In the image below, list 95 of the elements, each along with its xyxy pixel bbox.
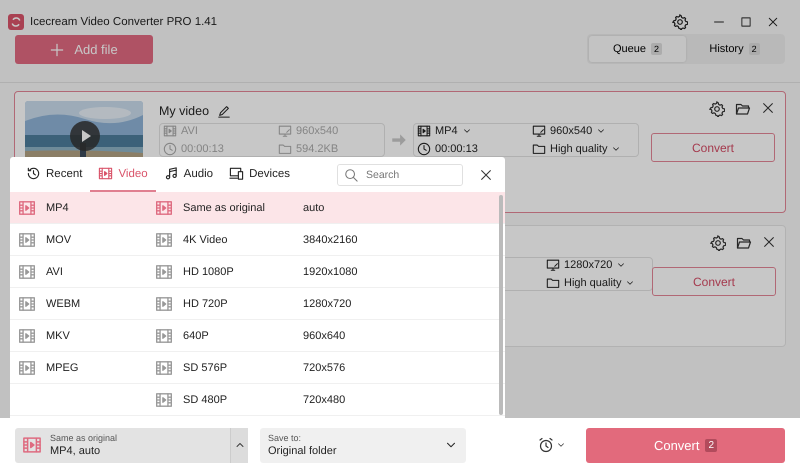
monitor-icon [546, 258, 560, 272]
devices-icon [229, 166, 244, 181]
source-duration-text: 00:00:13 [163, 142, 278, 156]
resolution-text: 1280x720 [303, 298, 352, 310]
film-icon [417, 124, 431, 138]
output-format-dropdown[interactable]: MP4 [417, 124, 532, 138]
resolution-text: 720x480 [303, 394, 346, 406]
resolution-dropdown[interactable]: 1280x720 [546, 258, 649, 272]
category-tab[interactable]: Devices [221, 157, 298, 192]
film-icon [18, 294, 36, 312]
scrollbar[interactable] [499, 195, 503, 415]
source-size-text: 594.2KB [278, 142, 381, 156]
file-name: My video [159, 104, 210, 118]
monitor-icon [278, 124, 292, 138]
app-logo-icon [8, 14, 24, 30]
monitor-icon [532, 124, 546, 138]
close-icon [762, 235, 776, 249]
film-icon [18, 358, 36, 376]
convert-all-button[interactable]: Convert 2 [586, 428, 785, 462]
settings-icon [672, 14, 688, 30]
folder-icon [532, 142, 546, 156]
film-icon [163, 124, 177, 138]
preset-name: Same as original [183, 202, 265, 214]
close-icon [766, 16, 778, 28]
history-icon [26, 166, 41, 181]
window-title: Icecream Video Converter PRO 1.41 [30, 16, 218, 28]
convert-button[interactable]: Convert [652, 267, 776, 296]
source-format-text: AVI [163, 124, 278, 138]
maximize-icon [740, 16, 752, 28]
quality-dropdown[interactable]: High quality [532, 142, 635, 156]
save-label: Save to: [268, 433, 302, 443]
film-icon [18, 230, 36, 248]
clock-icon [417, 142, 431, 156]
preset-name: 640P [183, 330, 209, 342]
resolution-text: 1920x1080 [303, 266, 358, 278]
folder-icon [736, 235, 752, 251]
convert-button[interactable]: Convert [651, 133, 775, 162]
search-field[interactable]: Search [337, 164, 463, 186]
film-icon [22, 435, 42, 455]
preset-name: HD 720P [183, 298, 228, 310]
count-badge: 2 [705, 438, 718, 452]
resolution-text: 960x640 [303, 330, 346, 342]
music-note-icon [164, 166, 179, 181]
close-icon [479, 168, 493, 182]
clock-icon [163, 142, 177, 156]
film-icon [155, 198, 173, 216]
film-icon [155, 358, 173, 376]
plus-icon [50, 42, 64, 56]
count-badge: 2 [651, 43, 662, 55]
category-tab[interactable]: Audio [156, 157, 222, 192]
film-icon [98, 166, 114, 181]
schedule-button[interactable] [538, 437, 566, 453]
folder-icon [735, 101, 751, 117]
film-icon [155, 230, 173, 248]
film-icon [18, 198, 36, 216]
format-value: MP4, auto [50, 445, 102, 457]
play-icon[interactable] [70, 121, 100, 151]
preset-name: 4K Video [183, 234, 228, 246]
film-icon [155, 262, 173, 280]
view-tab[interactable]: Queue 2 [589, 36, 686, 62]
format-name: WEBM [46, 298, 80, 310]
search-icon [344, 168, 358, 182]
format-name: MPEG [46, 362, 78, 374]
save-location-dropdown[interactable]: Save to: Original folder [260, 428, 466, 462]
film-icon [18, 326, 36, 344]
format-name: MKV [46, 330, 70, 342]
format-name: AVI [46, 266, 63, 278]
format-row[interactable]: MP4 Same as original auto [10, 192, 505, 224]
duration-text: 00:00:13 [417, 142, 532, 156]
resolution-text: auto [303, 202, 324, 214]
source-resolution-text: 960x540 [278, 124, 381, 138]
view-tab[interactable]: History 2 [686, 36, 783, 62]
save-folder-value: Original folder [268, 445, 338, 457]
film-icon [155, 390, 173, 408]
folder-icon [278, 142, 292, 156]
resolution-text: 3840x2160 [303, 234, 358, 246]
film-icon [155, 294, 173, 312]
resolution-text: 720x576 [303, 362, 346, 374]
format-name: MOV [46, 234, 72, 246]
category-tab[interactable]: Recent [18, 157, 90, 192]
resolution-dropdown[interactable]: 960x540 [532, 124, 635, 138]
close-icon [761, 101, 775, 115]
edit-icon [217, 104, 232, 118]
folder-icon [546, 276, 560, 290]
alarm-clock-icon [538, 437, 554, 453]
preset-name: SD 480P [183, 394, 228, 406]
film-icon [18, 262, 36, 280]
film-icon [155, 326, 173, 344]
preset-name: HD 1080P [183, 266, 234, 278]
quality-dropdown[interactable]: High quality [546, 276, 649, 290]
format-name: MP4 [46, 202, 69, 214]
preset-name: SD 576P [183, 362, 228, 374]
count-badge: 2 [748, 43, 760, 55]
preset-label: Same as original [50, 433, 118, 443]
format-selector[interactable]: Same as original MP4, auto [15, 428, 248, 462]
